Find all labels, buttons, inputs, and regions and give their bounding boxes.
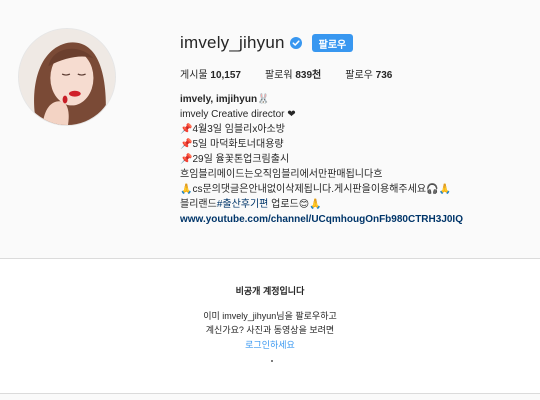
- bio-full-name: imvely, imjihyun🐰: [180, 94, 270, 105]
- followers-label: 팔로워: [264, 70, 293, 81]
- private-account-panel: 비공개 계정입니다 이미 imvely_jihyun님을 팔로우하고 계신가요?…: [0, 259, 540, 394]
- bio-line: imvely Creative director ❤: [180, 109, 296, 120]
- follow-button[interactable]: 팔로우: [311, 34, 354, 52]
- bio-line: 📌4월3일 임블리x아소방: [180, 124, 285, 135]
- loading-dot: [271, 360, 273, 362]
- profile-bio: imvely, imjihyun🐰 imvely Creative direct…: [180, 92, 530, 227]
- private-desc-line: 이미 imvely_jihyun님을 팔로우하고: [203, 311, 337, 321]
- bio-hashtag-prefix: 블리랜드: [180, 199, 217, 210]
- followers-value: 839천: [295, 70, 322, 81]
- private-desc-line: 계신가요? 사진과 동영상을 보려면: [205, 325, 335, 335]
- hashtag-link[interactable]: #출산후기편: [217, 199, 269, 210]
- posts-label: 게시물: [180, 70, 208, 81]
- verified-badge-icon: [289, 37, 302, 49]
- following-label: 팔로우: [345, 70, 373, 81]
- bio-external-link[interactable]: www.youtube.com/channel/UCqmhougOnFb980C…: [180, 212, 530, 227]
- profile-header: imvely_jihyun 팔로우 게시물 10,157 팔로워 839천 팔로…: [0, 0, 540, 260]
- bio-line: 📌5일 마덕화토너대용량: [180, 139, 284, 150]
- login-link[interactable]: 로그인하세요: [0, 338, 540, 351]
- private-account-description: 이미 imvely_jihyun님을 팔로우하고 계신가요? 사진과 동영상을 …: [0, 309, 540, 337]
- profile-username: imvely_jihyun: [180, 33, 285, 52]
- bio-line: 🙏cs문의댓글은안내없이삭제됩니다.게시판을이용해주세요🎧🙏: [180, 184, 451, 195]
- posts-value: 10,157: [210, 70, 241, 81]
- following-value: 736: [375, 70, 393, 81]
- private-account-title: 비공개 계정입니다: [235, 286, 305, 296]
- username-row: imvely_jihyun 팔로우: [180, 32, 354, 54]
- bio-line: 📌29일 율꽃톤업크림출시: [180, 154, 290, 165]
- profile-avatar[interactable]: [18, 28, 116, 126]
- profile-stats: 게시물 10,157 팔로워 839천 팔로우 736: [180, 66, 416, 81]
- bio-line: 흐임블리메이드는오직임블리에서만판매됩니다흐: [180, 169, 383, 180]
- avatar-photo: [19, 29, 115, 125]
- following-count[interactable]: 팔로우 736: [345, 66, 392, 81]
- followers-count[interactable]: 팔로워 839천: [265, 66, 321, 81]
- bio-line-hashtag: 블리랜드#출산후기편 업로드😊🙏: [180, 197, 530, 212]
- posts-count: 게시물 10,157: [180, 66, 241, 81]
- bio-hashtag-suffix: 업로드😊🙏: [268, 199, 322, 210]
